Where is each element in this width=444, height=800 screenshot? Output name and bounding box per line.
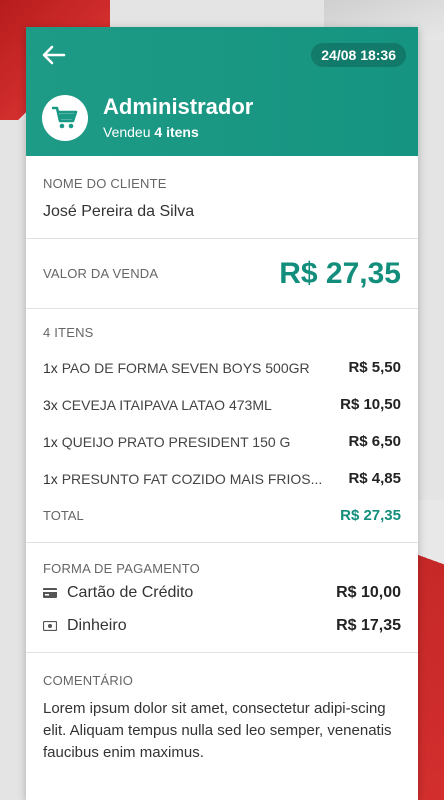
- payment-section: FORMA DE PAGAMENTO Cartão de Crédito R$ …: [26, 543, 418, 653]
- payment-label: FORMA DE PAGAMENTO: [43, 561, 200, 576]
- sale-header: 24/08 18:36 Administrador Vendeu 4 itens: [26, 27, 418, 156]
- user-name: Administrador: [103, 94, 254, 119]
- sale-summary-count: 4 itens: [154, 124, 199, 140]
- payment-method-amount: R$ 10,00: [336, 583, 401, 601]
- item-description: 1x QUEIJO PRATO PRESIDENT 150 G: [43, 434, 290, 450]
- comment-text: Lorem ipsum dolor sit amet, consectetur …: [43, 700, 392, 761]
- item-row: 3x CEVEJA ITAIPAVA LATAO 473ML R$ 10,50: [43, 386, 401, 423]
- item-quantity: 1x: [43, 470, 58, 487]
- item-quantity: 1x: [43, 359, 58, 376]
- item-price: R$ 5,50: [348, 359, 401, 376]
- sale-value-label: VALOR DA VENDA: [43, 266, 159, 281]
- sale-summary: Vendeu 4 itens: [103, 124, 199, 140]
- items-section: 4 ITENS 1x PAO DE FORMA SEVEN BOYS 500GR…: [26, 309, 418, 543]
- item-name: PAO DE FORMA SEVEN BOYS 500GR: [61, 359, 310, 376]
- back-button[interactable]: [40, 43, 68, 67]
- sale-detail-card: 24/08 18:36 Administrador Vendeu 4 itens…: [26, 27, 418, 800]
- client-section: NOME DO CLIENTE José Pereira da Silva: [26, 156, 418, 239]
- payment-method-name: Dinheiro: [67, 616, 127, 634]
- payment-method-row: Dinheiro R$ 17,35: [43, 609, 401, 642]
- total-value: R$ 27,35: [340, 507, 401, 524]
- total-label: TOTAL: [43, 508, 84, 523]
- item-row: 1x PAO DE FORMA SEVEN BOYS 500GR R$ 5,50: [43, 349, 401, 386]
- arrow-left-icon: [42, 45, 66, 65]
- sale-summary-prefix: Vendeu: [103, 124, 151, 140]
- item-price: R$ 10,50: [340, 396, 401, 413]
- item-quantity: 3x: [43, 396, 58, 413]
- sale-value-section: VALOR DA VENDA R$ 27,35: [26, 239, 418, 309]
- item-row: 1x PRESUNTO FAT COZIDO MAIS FRIOS... R$ …: [43, 460, 401, 497]
- payment-method: Dinheiro: [43, 617, 127, 635]
- sale-datetime: 24/08 18:36: [311, 43, 406, 67]
- item-name: PRESUNTO FAT COZIDO MAIS FRIOS...: [61, 470, 323, 487]
- sale-value-amount: R$ 27,35: [279, 256, 401, 290]
- item-description: 3x CEVEJA ITAIPAVA LATAO 473ML: [43, 397, 272, 413]
- payment-method-amount: R$ 17,35: [336, 616, 401, 634]
- item-row: 1x QUEIJO PRATO PRESIDENT 150 G R$ 6,50: [43, 423, 401, 460]
- client-label: NOME DO CLIENTE: [43, 176, 167, 191]
- item-name: QUEIJO PRATO PRESIDENT 150 G: [61, 433, 291, 450]
- comment-label: COMENTÁRIO: [43, 673, 134, 688]
- item-name: CEVEJA ITAIPAVA LATAO 473ML: [61, 396, 272, 413]
- total-row: TOTAL R$ 27,35: [43, 497, 401, 534]
- item-description: 1x PAO DE FORMA SEVEN BOYS 500GR: [43, 360, 310, 376]
- item-price: R$ 6,50: [348, 433, 401, 450]
- item-description: 1x PRESUNTO FAT COZIDO MAIS FRIOS...: [43, 471, 322, 487]
- credit-card-icon: [43, 587, 57, 598]
- item-price: R$ 4,85: [348, 470, 401, 487]
- payment-method-name: Cartão de Crédito: [67, 583, 194, 601]
- comment-section: COMENTÁRIO Lorem ipsum dolor sit amet, c…: [26, 653, 418, 764]
- avatar: [42, 95, 88, 141]
- item-quantity: 1x: [43, 433, 58, 450]
- items-count-label: 4 ITENS: [43, 325, 94, 340]
- shopping-cart-icon: [52, 106, 78, 129]
- client-name: José Pereira da Silva: [43, 203, 195, 220]
- payment-method: Cartão de Crédito: [43, 584, 193, 602]
- payment-method-row: Cartão de Crédito R$ 10,00: [43, 576, 401, 609]
- cash-icon: [43, 620, 57, 631]
